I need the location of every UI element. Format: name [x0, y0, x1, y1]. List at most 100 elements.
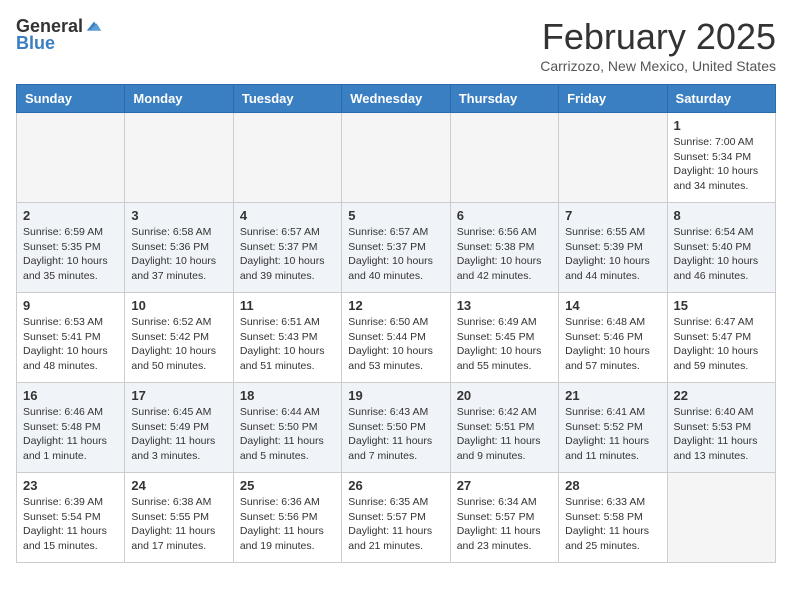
day-info: Sunrise: 6:59 AM Sunset: 5:35 PM Dayligh… [23, 225, 118, 284]
calendar-day-cell: 3 Sunrise: 6:58 AM Sunset: 5:36 PM Daylig… [125, 203, 233, 293]
day-number: 14 [565, 298, 660, 313]
title-block: February 2025 Carrizozo, New Mexico, Uni… [540, 16, 776, 74]
logo: General Blue [16, 16, 103, 54]
page-header: General Blue February 2025 Carrizozo, Ne… [16, 16, 776, 74]
day-info: Sunrise: 6:53 AM Sunset: 5:41 PM Dayligh… [23, 315, 118, 374]
day-number: 19 [348, 388, 443, 403]
calendar-day-cell: 27 Sunrise: 6:34 AM Sunset: 5:57 PM Dayli… [450, 473, 558, 563]
day-info: Sunrise: 6:54 AM Sunset: 5:40 PM Dayligh… [674, 225, 769, 284]
day-info: Sunrise: 6:49 AM Sunset: 5:45 PM Dayligh… [457, 315, 552, 374]
day-info: Sunrise: 6:43 AM Sunset: 5:50 PM Dayligh… [348, 405, 443, 464]
calendar-day-cell [667, 473, 775, 563]
day-number: 9 [23, 298, 118, 313]
day-info: Sunrise: 6:44 AM Sunset: 5:50 PM Dayligh… [240, 405, 335, 464]
day-number: 5 [348, 208, 443, 223]
calendar-day-cell: 11 Sunrise: 6:51 AM Sunset: 5:43 PM Dayli… [233, 293, 341, 383]
day-number: 7 [565, 208, 660, 223]
calendar-day-cell [559, 113, 667, 203]
day-number: 11 [240, 298, 335, 313]
day-info: Sunrise: 6:50 AM Sunset: 5:44 PM Dayligh… [348, 315, 443, 374]
calendar-day-cell: 6 Sunrise: 6:56 AM Sunset: 5:38 PM Daylig… [450, 203, 558, 293]
day-number: 10 [131, 298, 226, 313]
day-info: Sunrise: 6:40 AM Sunset: 5:53 PM Dayligh… [674, 405, 769, 464]
calendar-day-cell: 24 Sunrise: 6:38 AM Sunset: 5:55 PM Dayli… [125, 473, 233, 563]
day-info: Sunrise: 6:57 AM Sunset: 5:37 PM Dayligh… [348, 225, 443, 284]
day-info: Sunrise: 6:52 AM Sunset: 5:42 PM Dayligh… [131, 315, 226, 374]
calendar-day-cell: 26 Sunrise: 6:35 AM Sunset: 5:57 PM Dayli… [342, 473, 450, 563]
day-info: Sunrise: 6:38 AM Sunset: 5:55 PM Dayligh… [131, 495, 226, 554]
calendar-day-cell: 19 Sunrise: 6:43 AM Sunset: 5:50 PM Dayli… [342, 383, 450, 473]
day-number: 24 [131, 478, 226, 493]
calendar-day-cell: 1 Sunrise: 7:00 AM Sunset: 5:34 PM Daylig… [667, 113, 775, 203]
day-number: 28 [565, 478, 660, 493]
weekday-header-row: SundayMondayTuesdayWednesdayThursdayFrid… [17, 85, 776, 113]
calendar-day-cell: 25 Sunrise: 6:36 AM Sunset: 5:56 PM Dayli… [233, 473, 341, 563]
day-info: Sunrise: 6:39 AM Sunset: 5:54 PM Dayligh… [23, 495, 118, 554]
calendar-day-cell: 7 Sunrise: 6:55 AM Sunset: 5:39 PM Daylig… [559, 203, 667, 293]
day-info: Sunrise: 6:42 AM Sunset: 5:51 PM Dayligh… [457, 405, 552, 464]
day-number: 18 [240, 388, 335, 403]
day-info: Sunrise: 6:46 AM Sunset: 5:48 PM Dayligh… [23, 405, 118, 464]
calendar-day-cell: 2 Sunrise: 6:59 AM Sunset: 5:35 PM Daylig… [17, 203, 125, 293]
logo-icon [85, 18, 103, 36]
calendar-week-row: 16 Sunrise: 6:46 AM Sunset: 5:48 PM Dayli… [17, 383, 776, 473]
weekday-header-wednesday: Wednesday [342, 85, 450, 113]
weekday-header-monday: Monday [125, 85, 233, 113]
day-info: Sunrise: 6:55 AM Sunset: 5:39 PM Dayligh… [565, 225, 660, 284]
calendar-day-cell [233, 113, 341, 203]
day-info: Sunrise: 6:35 AM Sunset: 5:57 PM Dayligh… [348, 495, 443, 554]
calendar-day-cell: 22 Sunrise: 6:40 AM Sunset: 5:53 PM Dayli… [667, 383, 775, 473]
weekday-header-sunday: Sunday [17, 85, 125, 113]
day-number: 26 [348, 478, 443, 493]
day-number: 17 [131, 388, 226, 403]
calendar-day-cell: 28 Sunrise: 6:33 AM Sunset: 5:58 PM Dayli… [559, 473, 667, 563]
calendar-day-cell: 13Sunrise: 6:49 AM Sunset: 5:45 PM Dayli… [450, 293, 558, 383]
day-info: Sunrise: 6:33 AM Sunset: 5:58 PM Dayligh… [565, 495, 660, 554]
month-title: February 2025 [540, 16, 776, 58]
day-number: 15 [674, 298, 769, 313]
day-number: 3 [131, 208, 226, 223]
day-number: 6 [457, 208, 552, 223]
calendar-day-cell [125, 113, 233, 203]
calendar-day-cell: 17 Sunrise: 6:45 AM Sunset: 5:49 PM Dayli… [125, 383, 233, 473]
day-number: 22 [674, 388, 769, 403]
day-info: Sunrise: 6:47 AM Sunset: 5:47 PM Dayligh… [674, 315, 769, 374]
weekday-header-thursday: Thursday [450, 85, 558, 113]
calendar-day-cell [450, 113, 558, 203]
day-number: 23 [23, 478, 118, 493]
location: Carrizozo, New Mexico, United States [540, 58, 776, 74]
day-number: 27 [457, 478, 552, 493]
weekday-header-tuesday: Tuesday [233, 85, 341, 113]
day-info: Sunrise: 6:51 AM Sunset: 5:43 PM Dayligh… [240, 315, 335, 374]
day-number: 8 [674, 208, 769, 223]
day-info: Sunrise: 6:56 AM Sunset: 5:38 PM Dayligh… [457, 225, 552, 284]
day-number: 16 [23, 388, 118, 403]
day-info: Sunrise: 6:41 AM Sunset: 5:52 PM Dayligh… [565, 405, 660, 464]
day-info: Sunrise: 6:34 AM Sunset: 5:57 PM Dayligh… [457, 495, 552, 554]
day-info: Sunrise: 6:36 AM Sunset: 5:56 PM Dayligh… [240, 495, 335, 554]
day-number: 4 [240, 208, 335, 223]
calendar-day-cell: 16 Sunrise: 6:46 AM Sunset: 5:48 PM Dayli… [17, 383, 125, 473]
weekday-header-saturday: Saturday [667, 85, 775, 113]
calendar-day-cell: 9 Sunrise: 6:53 AM Sunset: 5:41 PM Daylig… [17, 293, 125, 383]
day-info: Sunrise: 6:45 AM Sunset: 5:49 PM Dayligh… [131, 405, 226, 464]
day-info: Sunrise: 6:48 AM Sunset: 5:46 PM Dayligh… [565, 315, 660, 374]
calendar-day-cell: 4Sunrise: 6:57 AM Sunset: 5:37 PM Daylig… [233, 203, 341, 293]
calendar-day-cell: 14 Sunrise: 6:48 AM Sunset: 5:46 PM Dayli… [559, 293, 667, 383]
weekday-header-friday: Friday [559, 85, 667, 113]
day-number: 21 [565, 388, 660, 403]
logo-blue: Blue [16, 33, 55, 54]
day-number: 2 [23, 208, 118, 223]
calendar-week-row: 23 Sunrise: 6:39 AM Sunset: 5:54 PM Dayli… [17, 473, 776, 563]
calendar-day-cell: 20 Sunrise: 6:42 AM Sunset: 5:51 PM Dayli… [450, 383, 558, 473]
day-info: Sunrise: 6:58 AM Sunset: 5:36 PM Dayligh… [131, 225, 226, 284]
calendar-week-row: 9 Sunrise: 6:53 AM Sunset: 5:41 PM Daylig… [17, 293, 776, 383]
day-info: Sunrise: 7:00 AM Sunset: 5:34 PM Dayligh… [674, 135, 769, 194]
day-number: 1 [674, 118, 769, 133]
calendar-day-cell: 18 Sunrise: 6:44 AM Sunset: 5:50 PM Dayli… [233, 383, 341, 473]
calendar-day-cell [17, 113, 125, 203]
calendar-week-row: 1 Sunrise: 7:00 AM Sunset: 5:34 PM Daylig… [17, 113, 776, 203]
day-number: 25 [240, 478, 335, 493]
calendar-week-row: 2 Sunrise: 6:59 AM Sunset: 5:35 PM Daylig… [17, 203, 776, 293]
day-number: 20 [457, 388, 552, 403]
